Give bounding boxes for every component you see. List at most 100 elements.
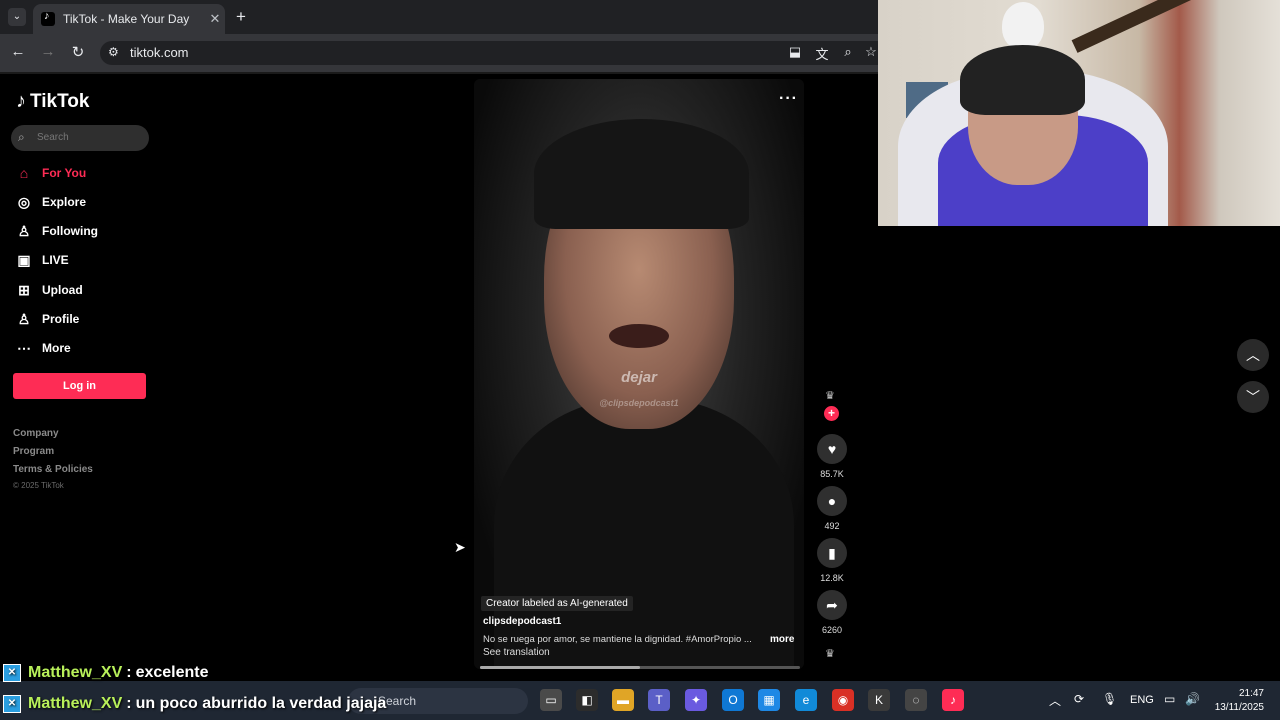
home-icon: ⌂ (19, 165, 29, 181)
obs-icon[interactable]: ◌ (905, 689, 927, 711)
browser-tab[interactable]: TikTok - Make Your Day ✕ (33, 4, 225, 34)
save-button[interactable]: ▮ (817, 538, 847, 568)
webcam-guitar (1071, 0, 1205, 53)
video-subject-body (494, 399, 794, 669)
following-icon: ♙ (17, 222, 31, 239)
share-button[interactable]: ➦ (817, 590, 847, 620)
compass-icon: ◎ (17, 193, 31, 210)
language-indicator[interactable]: ENG (1130, 694, 1154, 706)
video-progress-fill (480, 666, 640, 669)
tiktok-note-icon: ♪ (16, 90, 26, 112)
back-icon[interactable]: ← (8, 43, 28, 60)
heart-icon: ♥ (827, 441, 837, 457)
sidebar-item-for-you[interactable]: ⌂ For You (16, 162, 86, 184)
task-view-icon[interactable]: ▭ (540, 689, 562, 711)
tab-menu-icon[interactable]: ⌄ (8, 8, 26, 26)
share-count: 6260 (821, 625, 843, 635)
video-options-icon[interactable]: ··· (779, 90, 798, 108)
address-bar[interactable] (100, 41, 890, 65)
comment-count: 492 (824, 521, 840, 531)
translate-icon[interactable]: 文 (813, 44, 831, 63)
app-icon[interactable]: ◧ (576, 689, 598, 711)
close-icon[interactable]: ✕ (205, 11, 225, 27)
live-icon: ▣ (17, 251, 31, 268)
more-icon: ⋯ (17, 339, 31, 356)
search-placeholder: Search (37, 132, 69, 143)
search-icon: ⌕ (18, 130, 25, 144)
video-progress-bar[interactable] (480, 666, 800, 669)
login-button[interactable]: Log in (13, 373, 146, 399)
webcam-overlay (878, 0, 1280, 226)
zoom-icon[interactable]: ⌕ (839, 44, 857, 60)
sidebar-item-profile[interactable]: ♙ Profile (16, 308, 80, 330)
like-count: 85.7K (820, 469, 844, 479)
page-divider (0, 72, 878, 74)
crown-icon: ♛ (825, 390, 835, 402)
tab-title: TikTok - Make Your Day (63, 12, 190, 26)
sidebar-item-upload[interactable]: ⊞ Upload (16, 279, 83, 301)
share-icon: ➦ (826, 596, 838, 613)
video-player[interactable]: dejar @clipsdepodcast1 (474, 79, 804, 669)
profile-icon: ♙ (17, 310, 31, 327)
like-button[interactable]: ♥ (817, 434, 847, 464)
file-explorer-icon[interactable]: ▬ (612, 689, 634, 711)
footer-link-program[interactable]: Program (13, 446, 54, 457)
sidebar-item-label: LIVE (42, 253, 69, 267)
url-text[interactable]: tiktok.com (130, 45, 189, 60)
comment-icon: ● (827, 493, 837, 509)
video-caption: dejar (621, 369, 657, 386)
sidebar-item-label: More (42, 341, 71, 355)
footer-link-company[interactable]: Company (13, 428, 59, 439)
follow-plus-icon[interactable]: + (824, 406, 839, 421)
chevron-up-icon: ︿ (1246, 347, 1260, 363)
volume-icon[interactable]: 🔊 (1185, 692, 1200, 706)
search-input[interactable] (11, 125, 149, 151)
next-video-button[interactable]: ﹀ (1237, 381, 1269, 413)
sidebar-item-label: Explore (42, 195, 87, 209)
tiktok-logo[interactable]: ♪ TikTok (16, 90, 89, 113)
microphone-icon[interactable]: 🎙 (1102, 692, 1117, 706)
edge-icon[interactable]: e (795, 689, 817, 711)
forward-icon[interactable]: → (38, 43, 58, 60)
chat-text: un poco aburrido la verdad jajaja (135, 695, 387, 712)
sidebar-item-explore[interactable]: ◎ Explore (16, 191, 86, 213)
app-icon[interactable]: K (868, 689, 890, 711)
video-author[interactable]: clipsdepodcast1 (483, 616, 561, 627)
chat-message: ✕ Matthew_XV : un poco aburrido la verda… (3, 692, 386, 716)
video-watermark: @clipsdepodcast1 (599, 398, 679, 408)
clock-date: 13/11/2025 (1214, 702, 1264, 713)
outlook-icon[interactable]: O (722, 689, 744, 711)
description-more-button[interactable]: more (770, 634, 794, 645)
sidebar-item-more[interactable]: ⋯ More (16, 337, 71, 359)
previous-video-button[interactable]: ︿ (1237, 339, 1269, 371)
sidebar-item-live[interactable]: ▣ LIVE (16, 249, 69, 271)
video-description: No se ruega por amor, se mantiene la dig… (483, 634, 752, 645)
chat-separator: : (126, 695, 132, 712)
new-tab-icon[interactable]: + (236, 7, 246, 27)
footer-link-terms[interactable]: Terms & Policies (13, 464, 93, 475)
reload-icon[interactable]: ↻ (68, 43, 88, 61)
taskbar-clock[interactable]: 21:47 13/11/2025 (1208, 687, 1264, 715)
tiktok-app-icon[interactable]: ♪ (942, 689, 964, 711)
teams-icon[interactable]: T (648, 689, 670, 711)
chat-username: Matthew_XV (28, 664, 123, 681)
chrome-icon[interactable]: ◉ (832, 689, 854, 711)
network-icon[interactable]: ▭ (1164, 692, 1175, 706)
chat-badge-icon: ✕ (3, 695, 21, 713)
sidebar-item-following[interactable]: ♙ Following (16, 220, 98, 242)
ai-generated-badge: Creator labeled as AI-generated (481, 596, 633, 611)
comment-button[interactable]: ● (817, 486, 847, 516)
mouse-cursor-icon: ➤ (454, 539, 466, 555)
upload-icon: ⊞ (18, 281, 30, 298)
chat-username: Matthew_XV (28, 695, 123, 712)
copilot-icon[interactable]: ✦ (685, 689, 707, 711)
store-icon[interactable]: ▦ (758, 689, 780, 711)
site-settings-icon[interactable]: ⚙ (108, 45, 119, 59)
sidebar-item-label: For You (42, 166, 87, 180)
install-icon[interactable]: ⬓ (786, 44, 804, 60)
webcam-hair (960, 45, 1085, 115)
sync-icon[interactable]: ⟳ (1074, 692, 1084, 706)
see-translation-link[interactable]: See translation (483, 647, 550, 658)
sidebar-item-label: Upload (42, 283, 83, 297)
tray-chevron-up-icon[interactable]: ︿ (1049, 692, 1061, 709)
